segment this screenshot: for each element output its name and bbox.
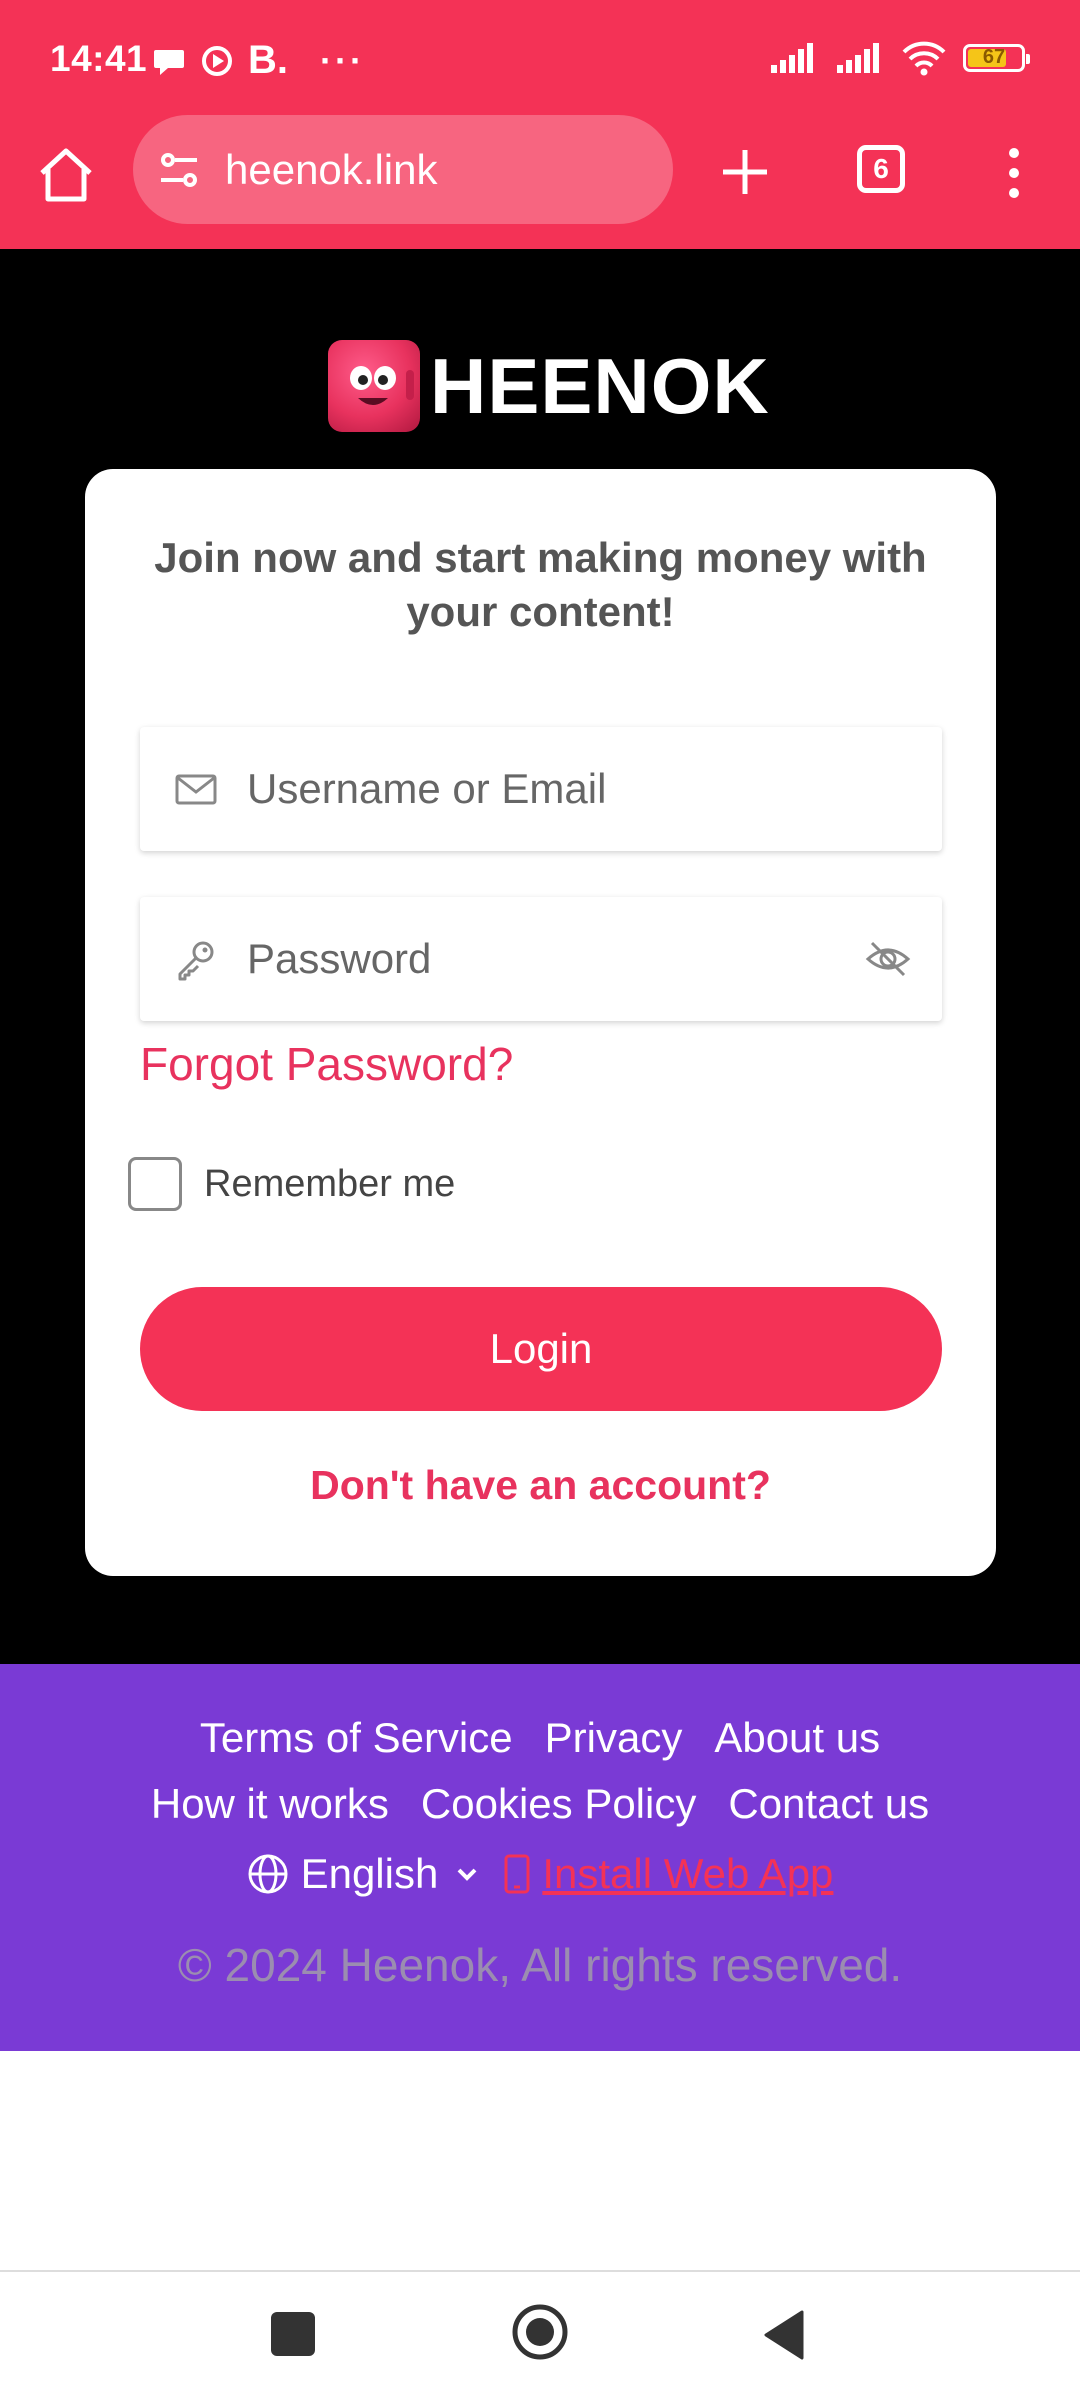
login-card: Join now and start making money with you…	[85, 469, 996, 1576]
about-link[interactable]: About us	[714, 1714, 880, 1762]
system-nav-bar	[0, 2272, 1080, 2400]
home-icon[interactable]	[34, 143, 98, 207]
url-text: heenok.link	[225, 145, 438, 193]
install-web-app-link[interactable]: Install Web App	[502, 1850, 833, 1898]
back-icon[interactable]	[760, 2308, 808, 2362]
record-icon	[202, 45, 232, 76]
globe-icon	[248, 1854, 288, 1894]
password-field[interactable]: Password	[140, 897, 942, 1021]
footer-links-row-2: How it works Cookies Policy Contact us	[0, 1780, 1080, 1828]
status-bar: 14:41 B. ··· 67	[0, 0, 1080, 115]
new-tab-icon[interactable]	[713, 140, 777, 204]
site-settings-icon[interactable]	[155, 146, 203, 194]
copyright: © 2024 Heenok, All rights reserved.	[177, 1939, 903, 1991]
eye-off-icon[interactable]	[864, 935, 912, 983]
recent-apps-icon[interactable]	[271, 2312, 315, 2356]
how-it-works-link[interactable]: How it works	[151, 1780, 389, 1828]
home-button-icon[interactable]	[510, 2302, 570, 2362]
b-app-icon: B.	[248, 38, 288, 82]
signal-icon-2	[837, 43, 879, 73]
mail-icon	[175, 774, 217, 805]
wifi-icon	[902, 41, 946, 76]
chat-bubble-icon	[154, 49, 184, 75]
site-logo[interactable]: HEENOK	[328, 340, 770, 432]
remember-me-label[interactable]: Remember me	[204, 1163, 455, 1206]
terms-link[interactable]: Terms of Service	[200, 1714, 513, 1762]
forgot-password-link[interactable]: Forgot Password?	[140, 1037, 513, 1091]
cookies-policy-link[interactable]: Cookies Policy	[421, 1780, 696, 1828]
signal-icon	[771, 43, 813, 73]
install-web-app-label: Install Web App	[542, 1850, 834, 1897]
signup-link[interactable]: Don't have an account?	[85, 1462, 996, 1509]
phone-icon	[504, 1854, 530, 1894]
url-bar[interactable]: heenok.link	[133, 115, 673, 224]
language-label: English	[300, 1850, 439, 1897]
footer-row-3: English Install Web App	[0, 1850, 1080, 1898]
battery-icon: 67	[963, 44, 1030, 72]
tagline: Join now and start making money with you…	[154, 534, 927, 635]
browser-toolbar: heenok.link 6	[0, 115, 1080, 249]
logo-text: HEENOK	[430, 341, 770, 430]
password-placeholder: Password	[247, 935, 432, 982]
remember-me[interactable]: Remember me	[128, 1157, 455, 1211]
privacy-link[interactable]: Privacy	[545, 1714, 683, 1762]
chevron-down-icon	[457, 1868, 477, 1881]
username-placeholder: Username or Email	[247, 765, 607, 812]
logo-mascot-icon	[328, 340, 420, 432]
footer: Terms of Service Privacy About us How it…	[0, 1664, 1080, 2051]
more-notifications-icon: ···	[320, 39, 365, 81]
more-options-icon[interactable]	[998, 141, 1030, 205]
key-icon	[178, 941, 214, 981]
contact-link[interactable]: Contact us	[728, 1780, 929, 1828]
language-selector[interactable]: English	[247, 1850, 483, 1898]
username-field[interactable]: Username or Email	[140, 727, 942, 851]
login-button[interactable]: Login	[140, 1287, 942, 1411]
status-time: 14:41	[50, 38, 148, 79]
battery-level: 67	[982, 46, 1006, 68]
footer-links-row-1: Terms of Service Privacy About us	[0, 1714, 1080, 1762]
tab-switcher-button[interactable]: 6	[857, 145, 905, 193]
remember-me-checkbox[interactable]	[128, 1157, 182, 1211]
